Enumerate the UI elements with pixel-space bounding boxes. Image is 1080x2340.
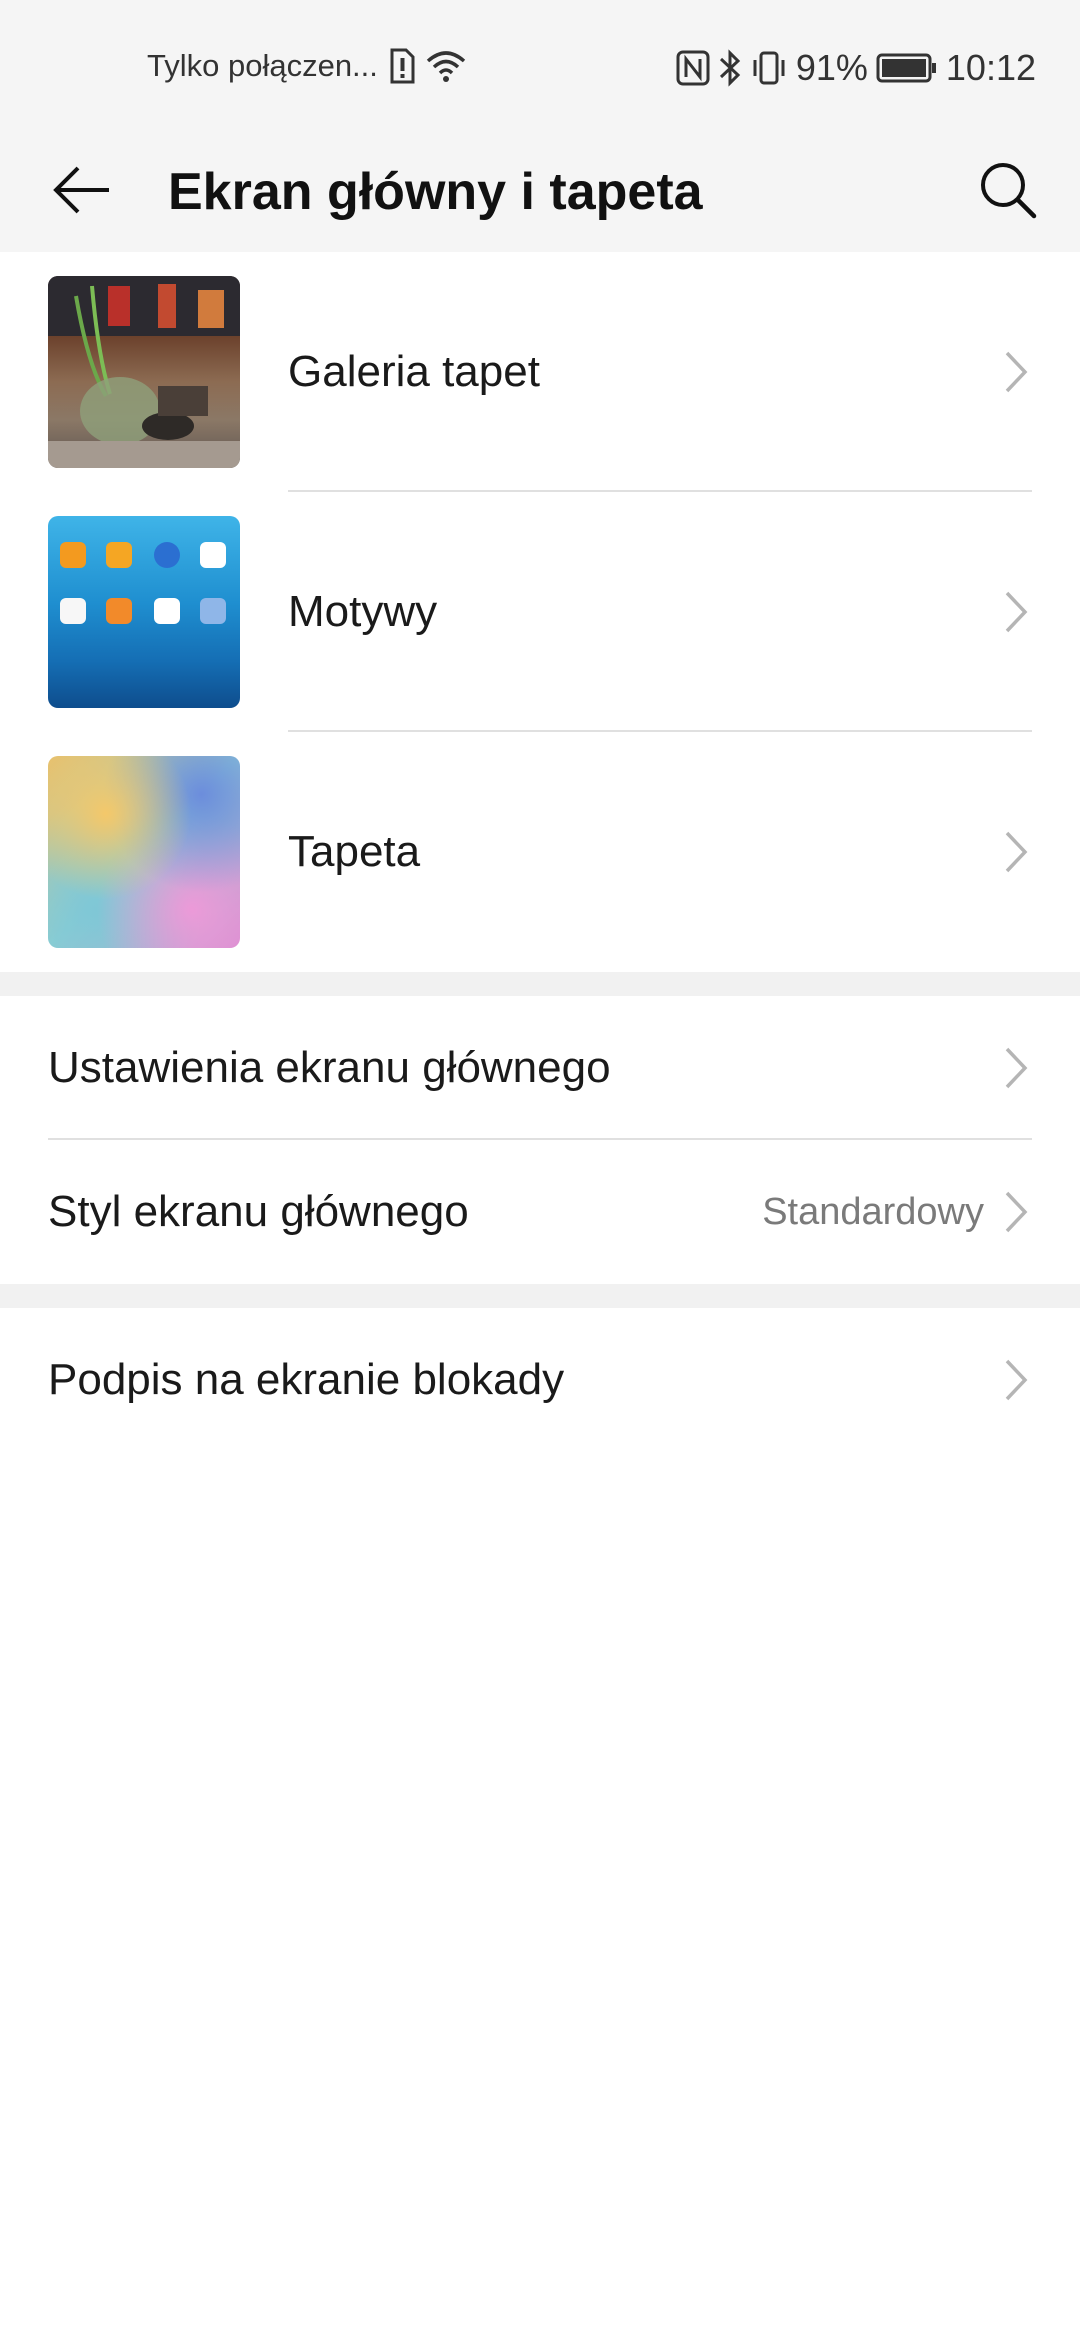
- personalization-group: Galeria tapet Motywy Tapeta: [0, 252, 1080, 972]
- chevron-right-icon: [1004, 1190, 1028, 1234]
- home-screen-style-value: Standardowy: [762, 1191, 984, 1233]
- status-right: 91% 10:12: [676, 44, 1036, 92]
- wallpaper-gallery-thumbnail: [48, 276, 240, 468]
- app-icon: [154, 542, 180, 568]
- lock-screen-signature-label: Podpis na ekranie blokady: [48, 1355, 565, 1404]
- chevron-right-icon: [1004, 830, 1028, 874]
- status-left: Tylko połączen...: [147, 44, 466, 88]
- list-item-lock-screen-signature[interactable]: Podpis na ekranie blokady: [0, 1308, 1080, 1452]
- app-icon: [200, 598, 226, 624]
- sim-alert-icon: [388, 48, 416, 84]
- home-screen-style-label: Styl ekranu głównego: [48, 1187, 469, 1236]
- lock-screen-group: Podpis na ekranie blokady: [0, 1308, 1080, 1452]
- chevron-right-icon: [1004, 1046, 1028, 1090]
- themes-thumbnail: [48, 516, 240, 708]
- bluetooth-icon: [718, 49, 742, 87]
- app-icon: [60, 598, 86, 624]
- page-title: Ekran główny i tapeta: [168, 163, 703, 221]
- vibrate-icon: [750, 50, 788, 86]
- home-screen-settings-label: Ustawienia ekranu głównego: [48, 1043, 611, 1092]
- search-button[interactable]: [966, 150, 1050, 234]
- list-item-home-screen-settings[interactable]: Ustawienia ekranu głównego: [0, 996, 1080, 1140]
- chevron-right-icon: [1004, 350, 1028, 394]
- battery-icon: [876, 52, 938, 84]
- app-icon: [60, 542, 86, 568]
- app-bar: Ekran główny i tapeta: [0, 130, 1080, 252]
- list-item-wallpaper[interactable]: Tapeta: [0, 732, 1080, 972]
- wallpaper-label: Tapeta: [288, 827, 421, 876]
- search-icon: [978, 160, 1038, 225]
- home-screen-group: Ustawienia ekranu głównego Styl ekranu g…: [0, 996, 1080, 1284]
- status-bar: Tylko połączen... 91% 10:12: [0, 0, 1080, 130]
- wallpaper-thumbnail: [48, 756, 240, 948]
- app-icon: [200, 542, 226, 568]
- list-item-wallpaper-gallery[interactable]: Galeria tapet: [0, 252, 1080, 492]
- section-gap: [0, 972, 1080, 996]
- battery-percent: 91%: [795, 47, 868, 88]
- list-item-home-screen-style[interactable]: Styl ekranu głównego Standardowy: [0, 1140, 1080, 1284]
- section-gap: [0, 1284, 1080, 1308]
- carrier-label: Tylko połączen...: [147, 48, 378, 83]
- app-icon: [106, 598, 132, 624]
- themes-label: Motywy: [288, 587, 438, 636]
- chevron-right-icon: [1004, 590, 1028, 634]
- back-button[interactable]: [40, 150, 124, 234]
- wallpaper-gallery-label: Galeria tapet: [288, 347, 540, 396]
- list-item-themes[interactable]: Motywy: [0, 492, 1080, 732]
- nfc-icon: [676, 50, 710, 86]
- clock: 10:12: [945, 47, 1036, 88]
- app-icon: [106, 542, 132, 568]
- app-icon: [154, 598, 180, 624]
- wifi-icon: [426, 49, 466, 83]
- chevron-right-icon: [1004, 1358, 1028, 1402]
- back-arrow-icon: [52, 165, 112, 220]
